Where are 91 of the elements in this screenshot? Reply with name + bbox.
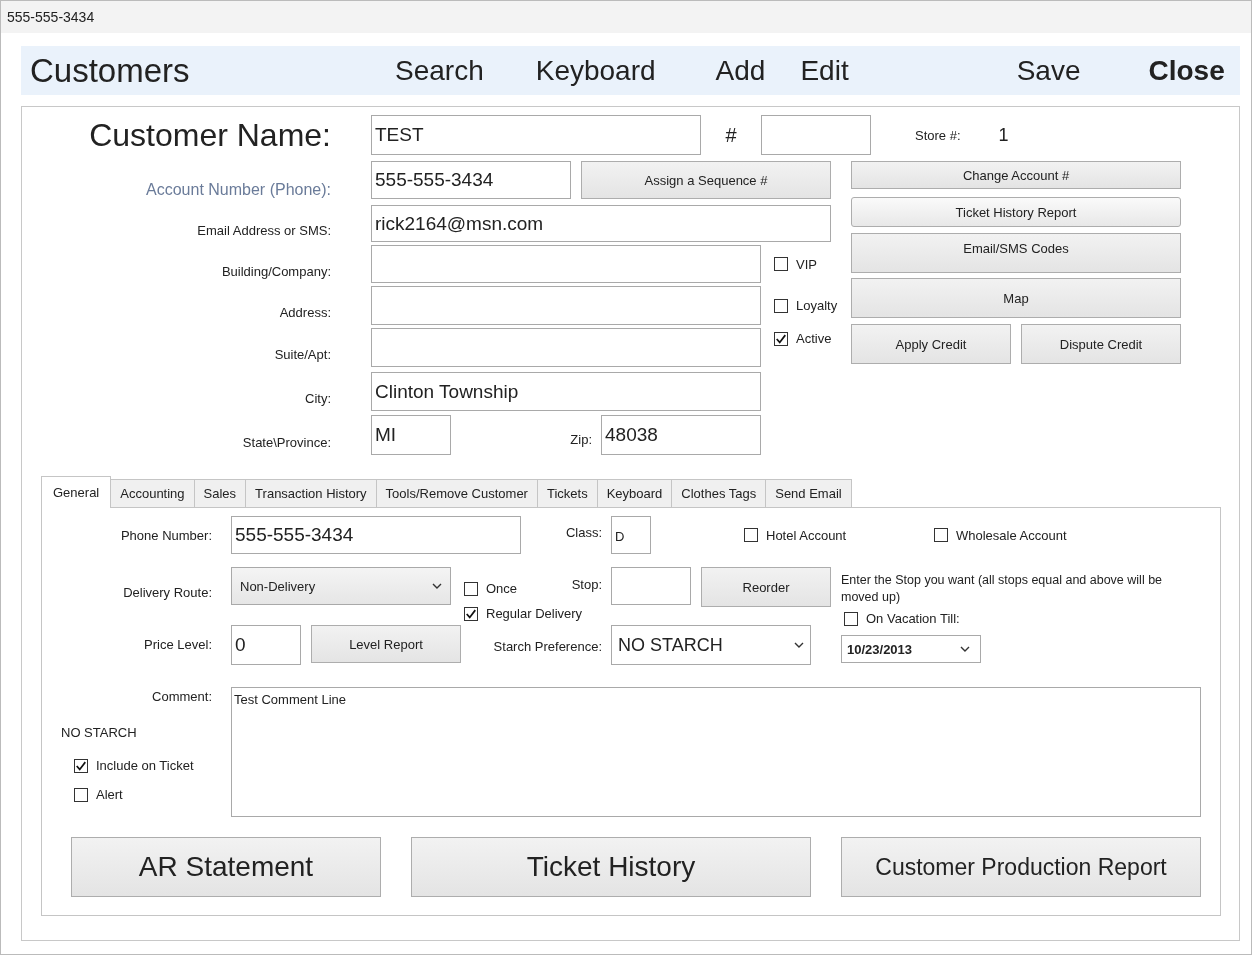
account-field[interactable]: 555-555-3434 bbox=[371, 161, 571, 199]
number-field[interactable] bbox=[761, 115, 871, 155]
field-label: Phone Number: bbox=[119, 527, 212, 543]
header-action[interactable]: Keyboard bbox=[535, 54, 656, 87]
report-button[interactable]: Ticket History bbox=[411, 837, 811, 897]
report-button[interactable]: AR Statement bbox=[71, 837, 381, 897]
route-dropdown[interactable]: Non-Delivery bbox=[231, 567, 451, 605]
field-label: Account Number (Phone): bbox=[145, 180, 331, 199]
checkbox[interactable] bbox=[74, 758, 88, 773]
checkbox-label: Alert bbox=[96, 787, 123, 802]
tab[interactable]: Accounting bbox=[111, 479, 195, 507]
header-action[interactable]: Save bbox=[1016, 54, 1081, 87]
credit-button[interactable]: Dispute Credit bbox=[1021, 324, 1181, 364]
email-field[interactable]: rick2164@msn.com bbox=[371, 205, 831, 242]
checkbox[interactable] bbox=[464, 606, 478, 621]
tab[interactable]: Clothes Tags bbox=[672, 479, 767, 507]
reorder-button[interactable]: Reorder bbox=[701, 567, 831, 607]
header-action[interactable]: Search bbox=[395, 54, 484, 87]
checkbox[interactable] bbox=[774, 257, 788, 271]
checkbox[interactable] bbox=[464, 581, 478, 596]
class-field[interactable]: D bbox=[611, 516, 651, 554]
field-label: Comment: bbox=[151, 689, 212, 704]
checkbox-label: Include on Ticket bbox=[96, 758, 194, 773]
field-label: Address: bbox=[278, 304, 331, 322]
tab[interactable]: Keyboard bbox=[597, 479, 673, 507]
address-field[interactable] bbox=[371, 286, 761, 325]
level-report-button[interactable]: Level Report bbox=[311, 625, 461, 663]
credit-button[interactable]: Apply Credit bbox=[851, 324, 1011, 364]
tab[interactable]: General bbox=[41, 476, 112, 508]
field-label: Email Address or SMS: bbox=[196, 222, 331, 240]
building-field[interactable] bbox=[371, 245, 761, 283]
checkbox[interactable] bbox=[74, 787, 88, 802]
checkbox-label: On Vacation Till: bbox=[866, 611, 960, 626]
report-button[interactable]: Customer Production Report bbox=[841, 837, 1201, 897]
zip-field[interactable]: 48038 bbox=[601, 415, 761, 455]
field-label: State\Province: bbox=[241, 433, 331, 452]
checkbox-label: Once bbox=[486, 581, 518, 596]
caret-icon bbox=[960, 646, 970, 652]
map-button[interactable]: Map bbox=[851, 278, 1181, 318]
checkbox-label: Wholesale Account bbox=[956, 527, 1067, 543]
window-title: 555-555-3434 bbox=[1, 1, 1251, 33]
suite-field[interactable] bbox=[371, 328, 761, 367]
ticket-history-report-button[interactable]: Ticket History Report bbox=[851, 197, 1181, 227]
checkbox-label: Hotel Account bbox=[766, 527, 847, 543]
starch-note: NO STARCH bbox=[61, 725, 138, 740]
starch-dropdown[interactable]: NO STARCH bbox=[611, 625, 811, 665]
stop-field[interactable] bbox=[611, 567, 691, 605]
caret-icon bbox=[794, 642, 804, 648]
header-action[interactable]: Add bbox=[715, 54, 766, 87]
comment-field[interactable]: Test Comment Line bbox=[231, 687, 1201, 817]
checkbox[interactable] bbox=[844, 611, 858, 626]
checkbox[interactable] bbox=[774, 331, 788, 346]
field-label: Store #: bbox=[915, 127, 961, 143]
checkbox-label: Active bbox=[796, 331, 832, 346]
assign-sequence-button[interactable]: Assign a Sequence # bbox=[581, 161, 831, 199]
header-action[interactable]: Close bbox=[1148, 54, 1225, 87]
email-sms-codes-button[interactable]: Email/SMS Codes bbox=[851, 233, 1181, 273]
change-account-button[interactable]: Change Account # bbox=[851, 161, 1181, 189]
state-field[interactable]: MI bbox=[371, 415, 451, 455]
field-label: Delivery Route: bbox=[122, 584, 212, 600]
field-label: Price Level: bbox=[143, 636, 212, 652]
checkbox[interactable] bbox=[744, 528, 758, 542]
city-field[interactable]: Clinton Township bbox=[371, 372, 761, 411]
field-label: Zip: bbox=[569, 430, 592, 447]
name-field[interactable]: TEST bbox=[371, 115, 701, 155]
header-action[interactable]: Edit bbox=[800, 54, 849, 87]
field-label: Starch Preference: bbox=[492, 638, 602, 654]
checkbox[interactable] bbox=[934, 528, 948, 542]
field-label: City: bbox=[304, 390, 331, 408]
caret-icon bbox=[432, 583, 442, 589]
checkbox[interactable] bbox=[774, 298, 788, 313]
price-level-field[interactable]: 0 bbox=[231, 625, 301, 665]
checkbox-label: Loyalty bbox=[796, 298, 838, 313]
page-title: Customers bbox=[30, 51, 191, 90]
date-dropdown[interactable]: 10/23/2013 bbox=[841, 635, 981, 663]
tab[interactable]: Sales bbox=[194, 479, 247, 507]
field-label: # bbox=[724, 123, 738, 147]
field-label: Stop: bbox=[570, 576, 602, 592]
stop-note: Enter the Stop you want (all stops equal and above will be moved up) bbox=[841, 572, 1164, 606]
tab[interactable]: Tools/Remove Customer bbox=[376, 479, 538, 507]
tab[interactable]: Tickets bbox=[537, 479, 598, 507]
field-label: Suite/Apt: bbox=[273, 346, 331, 364]
tab[interactable]: Transaction History bbox=[246, 479, 377, 507]
field-label: Building/Company: bbox=[220, 262, 331, 281]
store-number: 1 bbox=[998, 124, 1009, 146]
tab[interactable]: Send Email bbox=[766, 479, 852, 507]
field-label: Class: bbox=[564, 524, 602, 540]
checkbox-label: VIP bbox=[796, 256, 817, 272]
phone-field[interactable]: 555-555-3434 bbox=[231, 516, 521, 554]
field-label: Customer Name: bbox=[88, 116, 331, 154]
checkbox-label: Regular Delivery bbox=[486, 606, 583, 621]
